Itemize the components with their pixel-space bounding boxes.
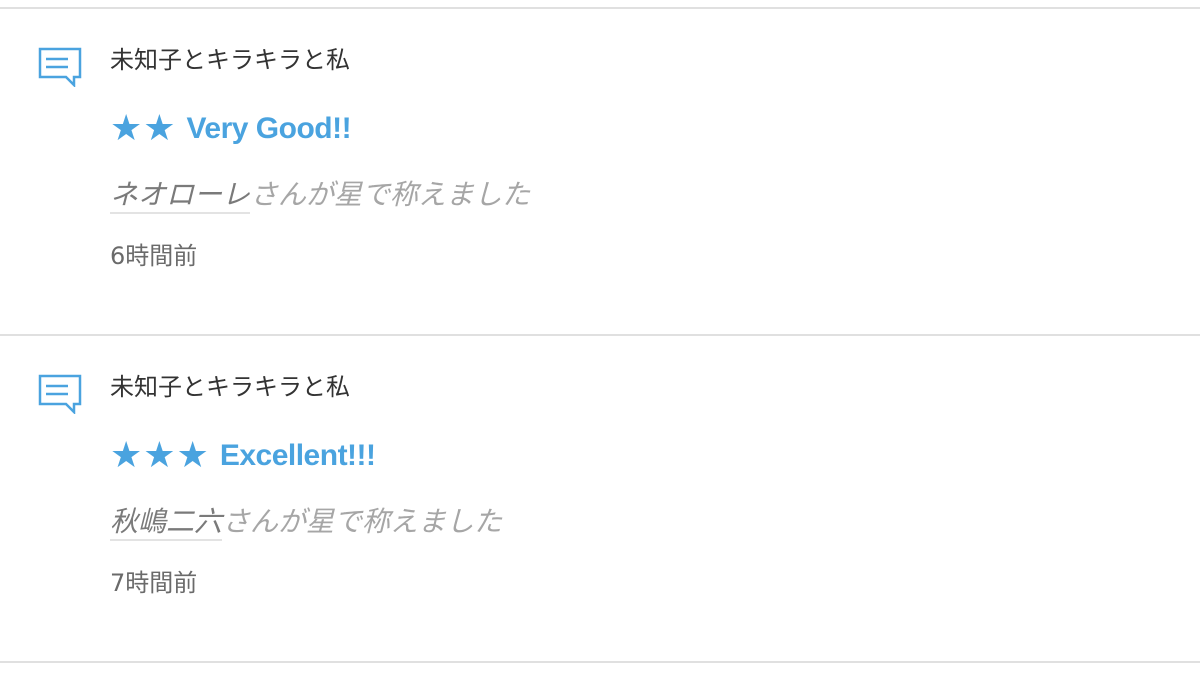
comment-bubble-icon (38, 374, 82, 414)
notification-feed: 未知子とキラキラと私 ★★ Very Good!! ネオローレさんが星で称えまし… (0, 0, 1200, 676)
timestamp: 6時間前 (110, 242, 198, 270)
timestamp: 7時間前 (110, 569, 198, 597)
praise-suffix: さんが星で称えました (250, 178, 531, 211)
username-link[interactable]: 秋嶋二六 (110, 505, 223, 541)
star-icons: ★★★ (110, 435, 210, 476)
rating-label: Excellent!!! (219, 439, 376, 472)
star-rating: ★★★ Excellent!!! (110, 434, 376, 478)
star-rating: ★★ Very Good!! (110, 107, 352, 151)
rating-label: Very Good!! (186, 112, 352, 145)
work-title[interactable]: 未知子とキラキラと私 (110, 370, 350, 404)
praise-text: ネオローレさんが星で称えました (110, 175, 530, 215)
comment-bubble-icon (38, 47, 82, 87)
praise-suffix: さんが星で称えました (222, 505, 503, 538)
divider (0, 661, 1200, 663)
notification-item[interactable]: 未知子とキラキラと私 ★★ Very Good!! ネオローレさんが星で称えまし… (0, 9, 1200, 335)
work-title[interactable]: 未知子とキラキラと私 (110, 43, 350, 77)
star-icons: ★★ (110, 108, 177, 149)
praise-text: 秋嶋二六さんが星で称えました (110, 502, 502, 542)
notification-item[interactable]: 未知子とキラキラと私 ★★★ Excellent!!! 秋嶋二六さんが星で称えま… (0, 336, 1200, 662)
username-link[interactable]: ネオローレ (110, 178, 251, 214)
